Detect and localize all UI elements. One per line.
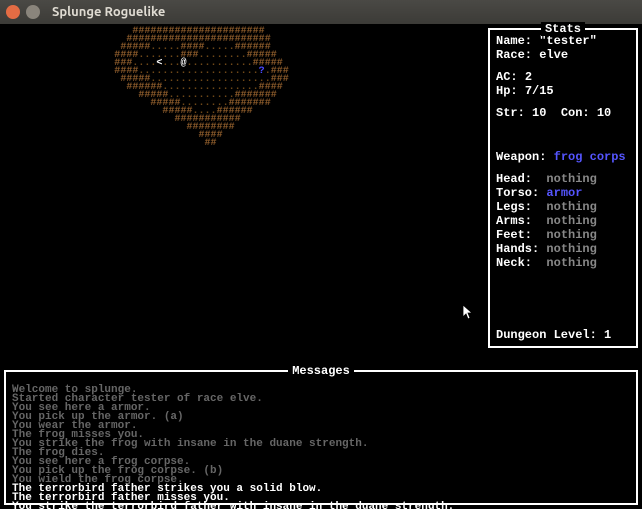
stats-panel: Stats Name: "tester" Race: elve AC: 2 Hp… [488,28,638,348]
stat-hp: Hp: 7/15 [496,84,630,98]
equip-arms: Arms: nothing [496,214,630,228]
message-line: You strike the terrorbird father with in… [12,503,630,509]
game-viewport[interactable]: ###################### #################… [0,24,642,509]
equip-hands: Hands: nothing [496,242,630,256]
message-line: You strike the frog with insane in the d… [12,440,630,449]
stat-race: Race: elve [496,48,630,62]
stats-panel-title: Stats [541,22,585,36]
messages-panel-title: Messages [288,364,354,378]
equip-legs: Legs: nothing [496,200,630,214]
equip-head: Head: nothing [496,172,630,186]
dungeon-level: Dungeon Level: 1 [496,328,630,342]
window-title: Splunge Roguelike [52,5,165,19]
stat-weapon: Weapon: frog corps [496,150,630,164]
stat-ac: AC: 2 [496,70,630,84]
messages-list: Welcome to splunge.Started character tes… [12,386,630,509]
minimize-icon[interactable] [26,5,40,19]
app-window: Splunge Roguelike ######################… [0,0,642,509]
stat-strcon: Str: 10 Con: 10 [496,106,630,120]
equipment-list: Head: nothingTorso: armorLegs: nothingAr… [496,172,630,270]
stat-name: Name: "tester" [496,34,630,48]
dungeon-map[interactable]: ###################### #################… [0,28,480,348]
equip-neck: Neck: nothing [496,256,630,270]
equip-torso: Torso: armor [496,186,630,200]
equip-feet: Feet: nothing [496,228,630,242]
titlebar[interactable]: Splunge Roguelike [0,0,642,24]
close-icon[interactable] [6,5,20,19]
messages-panel: Messages Welcome to splunge.Started char… [4,370,638,505]
